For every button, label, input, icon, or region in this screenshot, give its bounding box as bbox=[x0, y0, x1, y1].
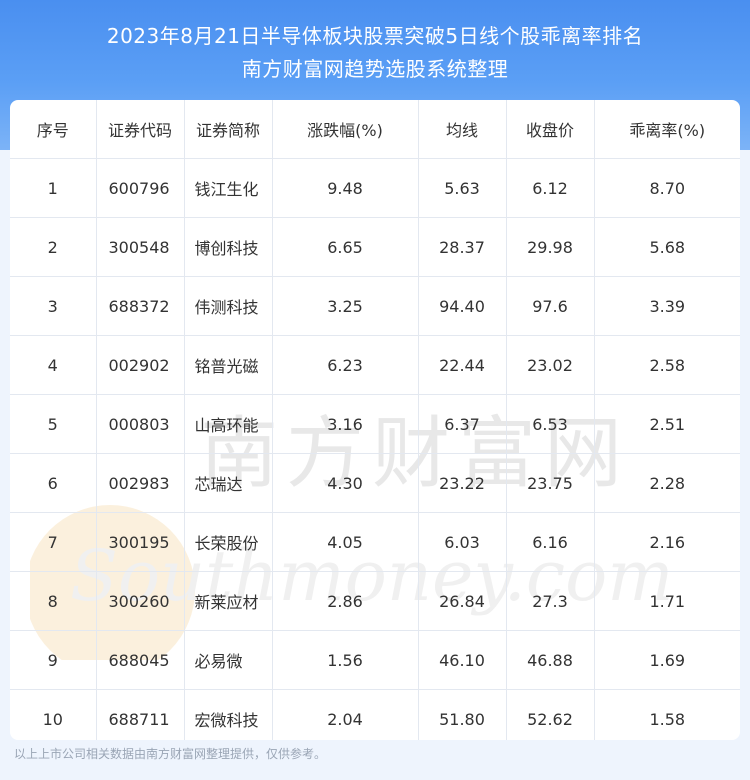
cell-close: 23.75 bbox=[506, 453, 595, 513]
cell-ma: 22.44 bbox=[418, 335, 507, 395]
cell-ma: 46.10 bbox=[418, 630, 507, 690]
cell-name: 新莱应材 bbox=[184, 571, 273, 631]
page-title: 2023年8月21日半导体板块股票突破5日线个股乖离率排名 bbox=[106, 24, 644, 48]
cell-ma: 26.84 bbox=[418, 571, 507, 631]
table-row: 2 300548 博创科技 6.65 28.37 29.98 5.68 bbox=[10, 217, 740, 277]
cell-close: 23.02 bbox=[506, 335, 595, 395]
cell-name: 必易微 bbox=[184, 630, 273, 690]
ranking-table: 序号 证券代码 证券简称 涨跌幅(%) 均线 收盘价 乖离率(%) 1 60079… bbox=[10, 100, 740, 740]
cell-name: 芯瑞达 bbox=[184, 453, 273, 513]
cell-change: 3.25 bbox=[272, 276, 419, 336]
header-name: 证券简称 bbox=[184, 100, 273, 159]
table-header-row: 序号 证券代码 证券简称 涨跌幅(%) 均线 收盘价 乖离率(%) bbox=[10, 100, 740, 159]
cell-change: 6.65 bbox=[272, 217, 419, 277]
cell-ma: 5.63 bbox=[418, 158, 507, 218]
cell-change: 4.05 bbox=[272, 512, 419, 572]
cell-ma: 51.80 bbox=[418, 689, 507, 740]
cell-name: 宏微科技 bbox=[184, 689, 273, 740]
cell-change: 9.48 bbox=[272, 158, 419, 218]
cell-code: 002902 bbox=[96, 335, 185, 395]
cell-close: 46.88 bbox=[506, 630, 595, 690]
table-row: 8 300260 新莱应材 2.86 26.84 27.3 1.71 bbox=[10, 571, 740, 631]
cell-close: 6.16 bbox=[506, 512, 595, 572]
cell-bias: 5.68 bbox=[594, 217, 740, 277]
cell-change: 3.16 bbox=[272, 394, 419, 454]
header-code: 证券代码 bbox=[96, 100, 185, 159]
cell-change: 2.86 bbox=[272, 571, 419, 631]
table-row: 3 688372 伟测科技 3.25 94.40 97.6 3.39 bbox=[10, 276, 740, 336]
header-bias: 乖离率(%) bbox=[594, 100, 740, 159]
cell-index: 9 bbox=[10, 630, 97, 690]
table-row: 10 688711 宏微科技 2.04 51.80 52.62 1.58 bbox=[10, 689, 740, 740]
header-index: 序号 bbox=[10, 100, 97, 159]
cell-close: 52.62 bbox=[506, 689, 595, 740]
cell-change: 1.56 bbox=[272, 630, 419, 690]
cell-code: 300548 bbox=[96, 217, 185, 277]
cell-code: 688045 bbox=[96, 630, 185, 690]
cell-name: 钱江生化 bbox=[184, 158, 273, 218]
cell-code: 000803 bbox=[96, 394, 185, 454]
header-change: 涨跌幅(%) bbox=[272, 100, 419, 159]
cell-code: 002983 bbox=[96, 453, 185, 513]
cell-code: 688372 bbox=[96, 276, 185, 336]
header-ma: 均线 bbox=[418, 100, 507, 159]
cell-name: 博创科技 bbox=[184, 217, 273, 277]
cell-change: 4.30 bbox=[272, 453, 419, 513]
cell-change: 2.04 bbox=[272, 689, 419, 740]
cell-close: 29.98 bbox=[506, 217, 595, 277]
cell-index: 3 bbox=[10, 276, 97, 336]
table-row: 6 002983 芯瑞达 4.30 23.22 23.75 2.28 bbox=[10, 453, 740, 513]
cell-ma: 6.03 bbox=[418, 512, 507, 572]
cell-code: 300195 bbox=[96, 512, 185, 572]
cell-bias: 2.16 bbox=[594, 512, 740, 572]
cell-code: 688711 bbox=[96, 689, 185, 740]
cell-ma: 23.22 bbox=[418, 453, 507, 513]
cell-code: 300260 bbox=[96, 571, 185, 631]
cell-bias: 2.58 bbox=[594, 335, 740, 395]
cell-bias: 1.71 bbox=[594, 571, 740, 631]
table-card: 南方财富网 Southmoney.com 序号 证券代码 证券简称 涨跌幅(%)… bbox=[10, 100, 740, 740]
cell-ma: 28.37 bbox=[418, 217, 507, 277]
cell-index: 1 bbox=[10, 158, 97, 218]
cell-index: 2 bbox=[10, 217, 97, 277]
cell-name: 伟测科技 bbox=[184, 276, 273, 336]
table-row: 1 600796 钱江生化 9.48 5.63 6.12 8.70 bbox=[10, 158, 740, 218]
cell-code: 600796 bbox=[96, 158, 185, 218]
header-close: 收盘价 bbox=[506, 100, 595, 159]
cell-bias: 3.39 bbox=[594, 276, 740, 336]
cell-close: 27.3 bbox=[506, 571, 595, 631]
page-subtitle: 南方财富网趋势选股系统整理 bbox=[241, 57, 509, 81]
footer-note: 以上上市公司相关数据由南方财富网整理提供，仅供参考。 bbox=[14, 747, 327, 761]
cell-close: 6.12 bbox=[506, 158, 595, 218]
cell-index: 4 bbox=[10, 335, 97, 395]
table-row: 7 300195 长荣股份 4.05 6.03 6.16 2.16 bbox=[10, 512, 740, 572]
cell-bias: 1.58 bbox=[594, 689, 740, 740]
cell-close: 6.53 bbox=[506, 394, 595, 454]
cell-index: 10 bbox=[10, 689, 97, 740]
cell-name: 长荣股份 bbox=[184, 512, 273, 572]
cell-close: 97.6 bbox=[506, 276, 595, 336]
cell-ma: 6.37 bbox=[418, 394, 507, 454]
table-row: 4 002902 铭普光磁 6.23 22.44 23.02 2.58 bbox=[10, 335, 740, 395]
cell-index: 7 bbox=[10, 512, 97, 572]
cell-bias: 1.69 bbox=[594, 630, 740, 690]
cell-ma: 94.40 bbox=[418, 276, 507, 336]
cell-name: 铭普光磁 bbox=[184, 335, 273, 395]
cell-bias: 8.70 bbox=[594, 158, 740, 218]
cell-bias: 2.28 bbox=[594, 453, 740, 513]
cell-bias: 2.51 bbox=[594, 394, 740, 454]
cell-index: 6 bbox=[10, 453, 97, 513]
cell-name: 山高环能 bbox=[184, 394, 273, 454]
cell-change: 6.23 bbox=[272, 335, 419, 395]
table-row: 9 688045 必易微 1.56 46.10 46.88 1.69 bbox=[10, 630, 740, 690]
table-row: 5 000803 山高环能 3.16 6.37 6.53 2.51 bbox=[10, 394, 740, 454]
cell-index: 5 bbox=[10, 394, 97, 454]
cell-index: 8 bbox=[10, 571, 97, 631]
